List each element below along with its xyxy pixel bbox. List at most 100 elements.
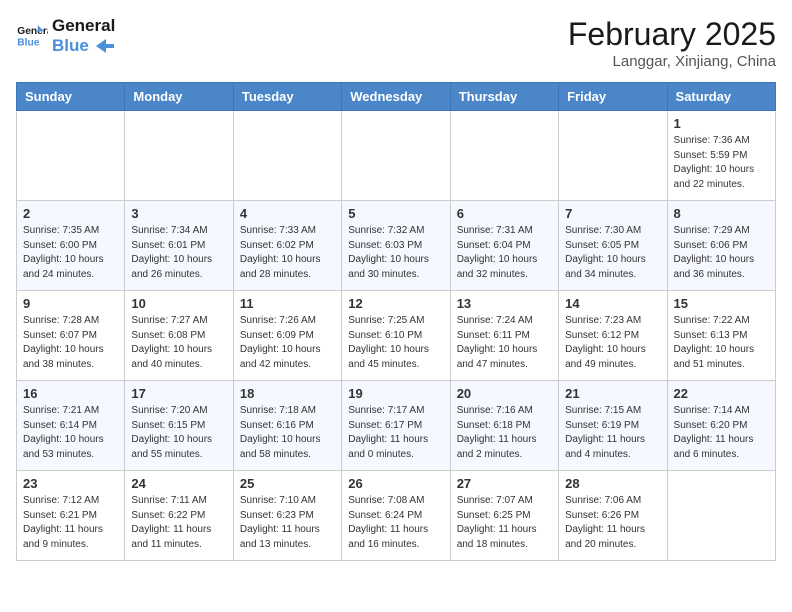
day-cell: 16 Sunrise: 7:21 AMSunset: 6:14 PMDayligh…: [17, 381, 125, 471]
day-number: 9: [23, 296, 118, 311]
day-info: Sunrise: 7:36 AMSunset: 5:59 PMDaylight:…: [674, 134, 769, 192]
day-cell: 7 Sunrise: 7:30 AMSunset: 6:05 PMDaylight…: [559, 201, 667, 291]
day-number: 25: [240, 476, 335, 491]
day-cell: 10Sunrise: 7:27 AMSunset: 6:08 PMDayligh…: [125, 291, 233, 381]
day-number: 4: [240, 206, 335, 221]
weekday-header-saturday: Saturday: [667, 83, 775, 111]
day-cell: [17, 111, 125, 201]
logo: General Blue General Blue: [16, 16, 115, 55]
day-info: Sunrise: 7:14 AMSunset: 6:20 PMDaylight:…: [674, 404, 769, 462]
day-info: Sunrise: 7:32 AMSunset: 6:03 PMDaylight:…: [348, 224, 443, 282]
day-number: 19: [348, 386, 443, 401]
day-number: 17: [131, 386, 226, 401]
week-row-3: 9 Sunrise: 7:28 AMSunset: 6:07 PMDaylight…: [17, 291, 776, 381]
day-number: 10: [131, 296, 226, 311]
day-info: Sunrise: 7:11 AMSunset: 6:22 PMDaylight:…: [131, 494, 226, 552]
day-info: Sunrise: 7:26 AMSunset: 6:09 PMDaylight:…: [240, 314, 335, 372]
day-number: 15: [674, 296, 769, 311]
svg-text:Blue: Blue: [17, 37, 39, 48]
day-cell: 1 Sunrise: 7:36 AMSunset: 5:59 PMDaylight…: [667, 111, 775, 201]
day-number: 5: [348, 206, 443, 221]
day-cell: 28Sunrise: 7:06 AMSunset: 6:26 PMDayligh…: [559, 471, 667, 561]
day-info: Sunrise: 7:22 AMSunset: 6:13 PMDaylight:…: [674, 314, 769, 372]
day-number: 8: [674, 206, 769, 221]
day-cell: [233, 111, 341, 201]
day-cell: 12 Sunrise: 7:25 AMSunset: 6:10 PMDayligh…: [342, 291, 450, 381]
day-info: Sunrise: 7:24 AMSunset: 6:11 PMDaylight:…: [457, 314, 552, 372]
day-cell: 4Sunrise: 7:33 AMSunset: 6:02 PMDaylight…: [233, 201, 341, 291]
day-info: Sunrise: 7:30 AMSunset: 6:05 PMDaylight:…: [565, 224, 660, 282]
day-info: Sunrise: 7:18 AMSunset: 6:16 PMDaylight:…: [240, 404, 335, 462]
day-number: 1: [674, 116, 769, 131]
day-cell: 18 Sunrise: 7:18 AMSunset: 6:16 PMDayligh…: [233, 381, 341, 471]
day-cell: 3 Sunrise: 7:34 AMSunset: 6:01 PMDaylight…: [125, 201, 233, 291]
day-info: Sunrise: 7:29 AMSunset: 6:06 PMDaylight:…: [674, 224, 769, 282]
location: Langgar, Xinjiang, China: [568, 53, 776, 70]
week-row-1: 1 Sunrise: 7:36 AMSunset: 5:59 PMDaylight…: [17, 111, 776, 201]
day-info: Sunrise: 7:12 AMSunset: 6:21 PMDaylight:…: [23, 494, 118, 552]
day-cell: 17 Sunrise: 7:20 AMSunset: 6:15 PMDayligh…: [125, 381, 233, 471]
day-number: 7: [565, 206, 660, 221]
day-info: Sunrise: 7:23 AMSunset: 6:12 PMDaylight:…: [565, 314, 660, 372]
day-info: Sunrise: 7:16 AMSunset: 6:18 PMDaylight:…: [457, 404, 552, 462]
svg-text:General: General: [17, 26, 48, 37]
day-number: 16: [23, 386, 118, 401]
day-info: Sunrise: 7:35 AMSunset: 6:00 PMDaylight:…: [23, 224, 118, 282]
logo-blue: Blue: [52, 36, 115, 56]
week-row-2: 2 Sunrise: 7:35 AMSunset: 6:00 PMDaylight…: [17, 201, 776, 291]
day-number: 13: [457, 296, 552, 311]
day-info: Sunrise: 7:28 AMSunset: 6:07 PMDaylight:…: [23, 314, 118, 372]
week-row-4: 16 Sunrise: 7:21 AMSunset: 6:14 PMDayligh…: [17, 381, 776, 471]
day-cell: 15 Sunrise: 7:22 AMSunset: 6:13 PMDayligh…: [667, 291, 775, 381]
day-cell: [125, 111, 233, 201]
title-block: February 2025 Langgar, Xinjiang, China: [568, 16, 776, 70]
day-info: Sunrise: 7:20 AMSunset: 6:15 PMDaylight:…: [131, 404, 226, 462]
day-cell: 23 Sunrise: 7:12 AMSunset: 6:21 PMDayligh…: [17, 471, 125, 561]
day-cell: [667, 471, 775, 561]
day-cell: 27 Sunrise: 7:07 AMSunset: 6:25 PMDayligh…: [450, 471, 558, 561]
day-info: Sunrise: 7:34 AMSunset: 6:01 PMDaylight:…: [131, 224, 226, 282]
day-info: Sunrise: 7:07 AMSunset: 6:25 PMDaylight:…: [457, 494, 552, 552]
day-cell: [450, 111, 558, 201]
day-info: Sunrise: 7:10 AMSunset: 6:23 PMDaylight:…: [240, 494, 335, 552]
logo-general: General: [52, 16, 115, 36]
day-info: Sunrise: 7:15 AMSunset: 6:19 PMDaylight:…: [565, 404, 660, 462]
day-number: 22: [674, 386, 769, 401]
day-cell: 25 Sunrise: 7:10 AMSunset: 6:23 PMDayligh…: [233, 471, 341, 561]
weekday-header-tuesday: Tuesday: [233, 83, 341, 111]
weekday-header-friday: Friday: [559, 83, 667, 111]
day-cell: 26 Sunrise: 7:08 AMSunset: 6:24 PMDayligh…: [342, 471, 450, 561]
day-cell: 6Sunrise: 7:31 AMSunset: 6:04 PMDaylight…: [450, 201, 558, 291]
day-cell: 21 Sunrise: 7:15 AMSunset: 6:19 PMDayligh…: [559, 381, 667, 471]
day-number: 26: [348, 476, 443, 491]
day-cell: 22 Sunrise: 7:14 AMSunset: 6:20 PMDayligh…: [667, 381, 775, 471]
day-cell: [559, 111, 667, 201]
day-info: Sunrise: 7:08 AMSunset: 6:24 PMDaylight:…: [348, 494, 443, 552]
day-number: 20: [457, 386, 552, 401]
day-cell: 13 Sunrise: 7:24 AMSunset: 6:11 PMDayligh…: [450, 291, 558, 381]
day-info: Sunrise: 7:17 AMSunset: 6:17 PMDaylight:…: [348, 404, 443, 462]
weekday-header-thursday: Thursday: [450, 83, 558, 111]
day-number: 18: [240, 386, 335, 401]
day-cell: 24 Sunrise: 7:11 AMSunset: 6:22 PMDayligh…: [125, 471, 233, 561]
day-number: 6: [457, 206, 552, 221]
day-number: 24: [131, 476, 226, 491]
day-number: 12: [348, 296, 443, 311]
week-row-5: 23 Sunrise: 7:12 AMSunset: 6:21 PMDayligh…: [17, 471, 776, 561]
day-number: 28: [565, 476, 660, 491]
day-number: 27: [457, 476, 552, 491]
day-cell: 11Sunrise: 7:26 AMSunset: 6:09 PMDayligh…: [233, 291, 341, 381]
day-cell: 9 Sunrise: 7:28 AMSunset: 6:07 PMDaylight…: [17, 291, 125, 381]
day-number: 3: [131, 206, 226, 221]
day-cell: 8 Sunrise: 7:29 AMSunset: 6:06 PMDaylight…: [667, 201, 775, 291]
day-info: Sunrise: 7:21 AMSunset: 6:14 PMDaylight:…: [23, 404, 118, 462]
day-cell: 14 Sunrise: 7:23 AMSunset: 6:12 PMDayligh…: [559, 291, 667, 381]
day-info: Sunrise: 7:25 AMSunset: 6:10 PMDaylight:…: [348, 314, 443, 372]
day-cell: 2 Sunrise: 7:35 AMSunset: 6:00 PMDaylight…: [17, 201, 125, 291]
day-number: 2: [23, 206, 118, 221]
day-number: 21: [565, 386, 660, 401]
day-number: 23: [23, 476, 118, 491]
calendar-table: SundayMondayTuesdayWednesdayThursdayFrid…: [16, 82, 776, 561]
day-number: 14: [565, 296, 660, 311]
day-cell: 19 Sunrise: 7:17 AMSunset: 6:17 PMDayligh…: [342, 381, 450, 471]
